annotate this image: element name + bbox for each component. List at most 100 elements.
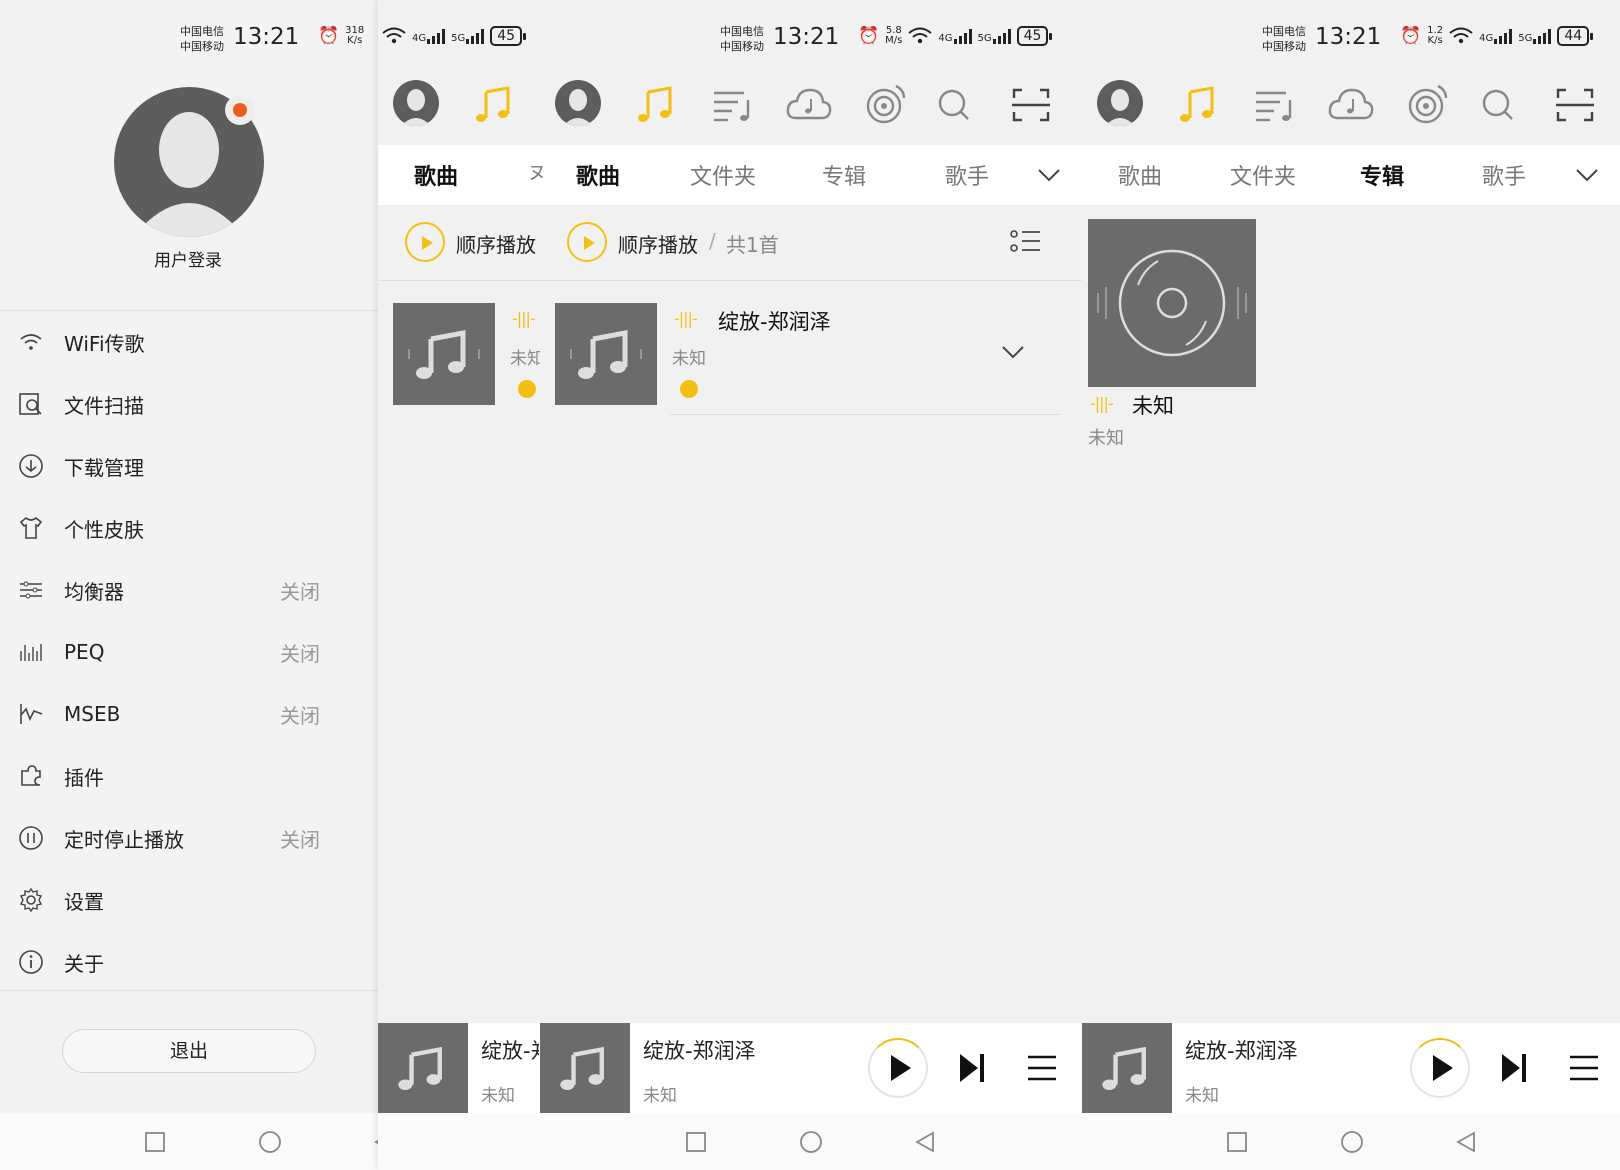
chevron-down-icon[interactable] (1000, 341, 1026, 363)
song-cover-ghost[interactable] (393, 303, 495, 405)
recent-apps-icon[interactable] (1225, 1130, 1249, 1154)
sidebar-item-wifi[interactable]: WiFi传歌 (0, 312, 350, 372)
play-icon (891, 1055, 911, 1081)
wifi-status-icon (382, 27, 406, 44)
tab-albums[interactable]: 专辑 (1360, 159, 1404, 191)
signal-4g-icon: 4G (1479, 28, 1513, 44)
battery-icon: 45 (490, 26, 526, 46)
tab-songs-ghost[interactable]: 歌曲 (414, 159, 458, 191)
cloud-music-icon[interactable] (784, 80, 834, 130)
wifi-status-icon (1449, 27, 1473, 44)
net-speed: 5.8 M/s (885, 25, 903, 46)
chevron-down-icon[interactable] (1574, 163, 1600, 187)
chevron-down-icon[interactable] (1036, 163, 1062, 187)
mseb-status: 关闭 (280, 703, 320, 728)
playlist-icon[interactable] (1250, 80, 1300, 130)
user-avatar-small[interactable] (555, 80, 601, 126)
search-icon[interactable] (1474, 80, 1524, 130)
sidebar-panel: 中国电信 中国移动 13:21 ⏰ 318 K/s 用户登录 WiFi传歌 文件… (0, 0, 378, 1170)
play-icon (1433, 1055, 1453, 1081)
now-playing-title: 绽放-郑润泽 (1185, 1039, 1298, 1063)
tab-folders[interactable]: 文件夹 (1230, 159, 1296, 191)
queue-list-icon[interactable] (1568, 1053, 1600, 1083)
play-order-label[interactable]: 顺序播放 (618, 229, 698, 258)
music-note-placeholder-icon (408, 329, 480, 379)
scan-icon[interactable] (1006, 80, 1056, 130)
tab-folders[interactable]: 文件夹 (690, 159, 756, 191)
user-avatar-small[interactable] (393, 80, 439, 126)
exit-button[interactable]: 退出 (62, 1029, 316, 1073)
wifi-icon (20, 334, 42, 350)
list-select-icon[interactable] (1010, 228, 1042, 256)
net-speed: 1.2 K/s (1427, 25, 1444, 46)
sidebar-item-plugin[interactable]: 插件 (0, 746, 350, 806)
sidebar-item-label: 关于 (64, 951, 104, 976)
nav-bar (378, 1113, 1082, 1170)
scan-file-icon (19, 393, 42, 415)
back-icon[interactable] (1454, 1130, 1478, 1154)
search-icon[interactable] (930, 80, 980, 130)
tab-albums[interactable]: 专辑 (822, 159, 866, 191)
battery-icon: 45 (1016, 26, 1053, 46)
play-button[interactable] (868, 1038, 928, 1098)
tab-artists[interactable]: 歌手 (1482, 159, 1526, 191)
alarm-icon: ⏰ (858, 26, 880, 46)
sidebar-item-file-scan[interactable]: 文件扫描 (0, 374, 350, 434)
playlist-icon[interactable] (708, 80, 758, 130)
music-note-icon[interactable] (1174, 80, 1224, 130)
sidebar-item-label: 文件扫描 (64, 393, 144, 418)
cloud-music-icon[interactable] (1326, 80, 1376, 130)
song-cover[interactable] (555, 303, 657, 405)
radio-icon[interactable] (860, 80, 910, 130)
sidebar-item-settings[interactable]: 设置 (0, 870, 350, 930)
signal-4g-icon: 4G (412, 28, 446, 44)
sidebar-item-peq[interactable]: PEQ 关闭 (0, 622, 350, 682)
home-icon[interactable] (258, 1130, 282, 1154)
sidebar-item-about[interactable]: 关于 (0, 932, 350, 992)
download-icon (19, 454, 43, 478)
sidebar-item-equalizer[interactable]: 均衡器 关闭 (0, 560, 350, 620)
back-icon[interactable] (913, 1130, 937, 1154)
now-playing-artist: 未知 (643, 1086, 677, 1106)
signal-5g-icon: 5G (451, 28, 485, 44)
user-avatar-small[interactable] (1097, 80, 1143, 126)
battery-icon: 44 (1557, 26, 1593, 46)
tab-songs[interactable]: 歌曲 (1118, 159, 1162, 191)
play-order-button[interactable] (405, 222, 445, 262)
radio-icon[interactable] (1402, 80, 1452, 130)
alarm-icon: ⏰ (318, 26, 340, 46)
now-playing-bar[interactable]: 绽放-郑润泽 未知 (1082, 1023, 1620, 1113)
recent-apps-icon[interactable] (143, 1130, 167, 1154)
home-icon[interactable] (1340, 1130, 1364, 1154)
carrier-labels: 中国电信 中国移动 (720, 25, 764, 53)
signal-5g-icon: 5G (1518, 28, 1552, 44)
play-order-label-ghost[interactable]: 顺序播放 (456, 229, 536, 258)
tab-artists[interactable]: 歌手 (945, 159, 989, 191)
user-login-label[interactable]: 用户登录 (154, 246, 222, 271)
next-track-icon[interactable] (1498, 1051, 1530, 1085)
music-note-placeholder-icon (1102, 1046, 1146, 1091)
tab-songs[interactable]: 歌曲 (576, 159, 620, 191)
sidebar-item-download[interactable]: 下载管理 (0, 436, 350, 496)
music-note-icon[interactable] (632, 80, 682, 130)
play-button[interactable] (1410, 1038, 1470, 1098)
sidebar-item-label: 个性皮肤 (64, 517, 144, 542)
sidebar-item-skin[interactable]: 个性皮肤 (0, 498, 350, 558)
home-icon[interactable] (799, 1130, 823, 1154)
recent-apps-icon[interactable] (684, 1130, 708, 1154)
queue-list-icon[interactable] (1026, 1053, 1058, 1083)
music-note-icon[interactable] (470, 80, 520, 130)
now-playing-bar[interactable]: 绽放-郑润泽 未知 绽放-郑润泽 未知 (378, 1023, 1082, 1113)
scan-icon[interactable] (1550, 80, 1600, 130)
sidebar-item-sleep-timer[interactable]: 定时停止播放 关闭 (0, 808, 350, 868)
now-playing-cover-ghost (378, 1023, 468, 1113)
sidebar-item-label: 定时停止播放 (64, 827, 184, 852)
sidebar-item-label: PEQ (64, 640, 105, 664)
song-list-item[interactable]: -|||- 绽放-郑润泽 未知 (670, 303, 1060, 415)
next-track-icon[interactable] (956, 1051, 988, 1085)
now-playing-wave-icon: -|||- (1090, 394, 1114, 413)
divider (0, 310, 378, 311)
sidebar-item-mseb[interactable]: MSEB 关闭 (0, 684, 350, 744)
album-cover[interactable] (1088, 219, 1256, 387)
play-order-button[interactable] (567, 222, 607, 262)
